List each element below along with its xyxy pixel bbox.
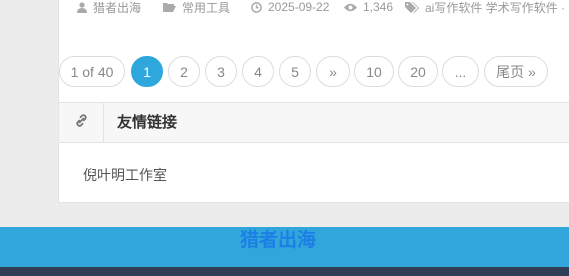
page-10[interactable]: 10 — [354, 56, 394, 87]
footer-brand[interactable]: 猎者出海 — [240, 225, 316, 252]
category-meta[interactable]: 常用工具 — [163, 0, 230, 16]
friend-links-header: 友情链接 — [58, 102, 569, 143]
clock-icon — [251, 1, 262, 13]
eye-icon — [344, 3, 357, 12]
friend-link-item[interactable]: 倪叶明工作室 — [83, 165, 167, 185]
footer-bottom-bar — [0, 267, 569, 276]
date-meta: 2025-09-22 — [251, 0, 329, 14]
ellipsis: ... — [442, 56, 479, 87]
chain-link-icon — [75, 113, 88, 132]
tag-list[interactable]: ai写作软件 学术写作软件 · — [425, 0, 565, 16]
page-3[interactable]: 3 — [205, 56, 237, 87]
footer-band: 猎者出海 — [0, 227, 569, 267]
user-icon — [77, 1, 87, 13]
page-2[interactable]: 2 — [168, 56, 200, 87]
post-date: 2025-09-22 — [268, 0, 330, 14]
page-1[interactable]: 1 — [131, 56, 163, 87]
page-5[interactable]: 5 — [279, 56, 311, 87]
post-card: 猎者出海 常用工具 2025-09-22 1,346 ai写作软件 学术写作软件… — [58, 0, 569, 41]
view-count: 1,346 — [363, 0, 394, 14]
author-name[interactable]: 猎者出海 — [93, 0, 141, 16]
next-page-button[interactable]: » — [316, 56, 350, 87]
folder-open-icon — [163, 2, 176, 12]
category-name[interactable]: 常用工具 — [182, 0, 230, 16]
friend-links-title: 友情链接 — [117, 114, 178, 131]
last-page-button[interactable]: 尾页 » — [484, 56, 548, 87]
tags-icon — [405, 1, 419, 13]
page-4[interactable]: 4 — [242, 56, 274, 87]
link-icon-cell — [59, 103, 104, 142]
tags-meta[interactable]: ai写作软件 学术写作软件 · — [405, 0, 565, 16]
page-20[interactable]: 20 — [398, 56, 438, 87]
friend-links-list: 倪叶明工作室 — [58, 143, 569, 203]
page-summary: 1 of 40 — [59, 56, 125, 87]
author-meta[interactable]: 猎者出海 — [77, 0, 141, 16]
views-meta: 1,346 — [344, 0, 393, 14]
